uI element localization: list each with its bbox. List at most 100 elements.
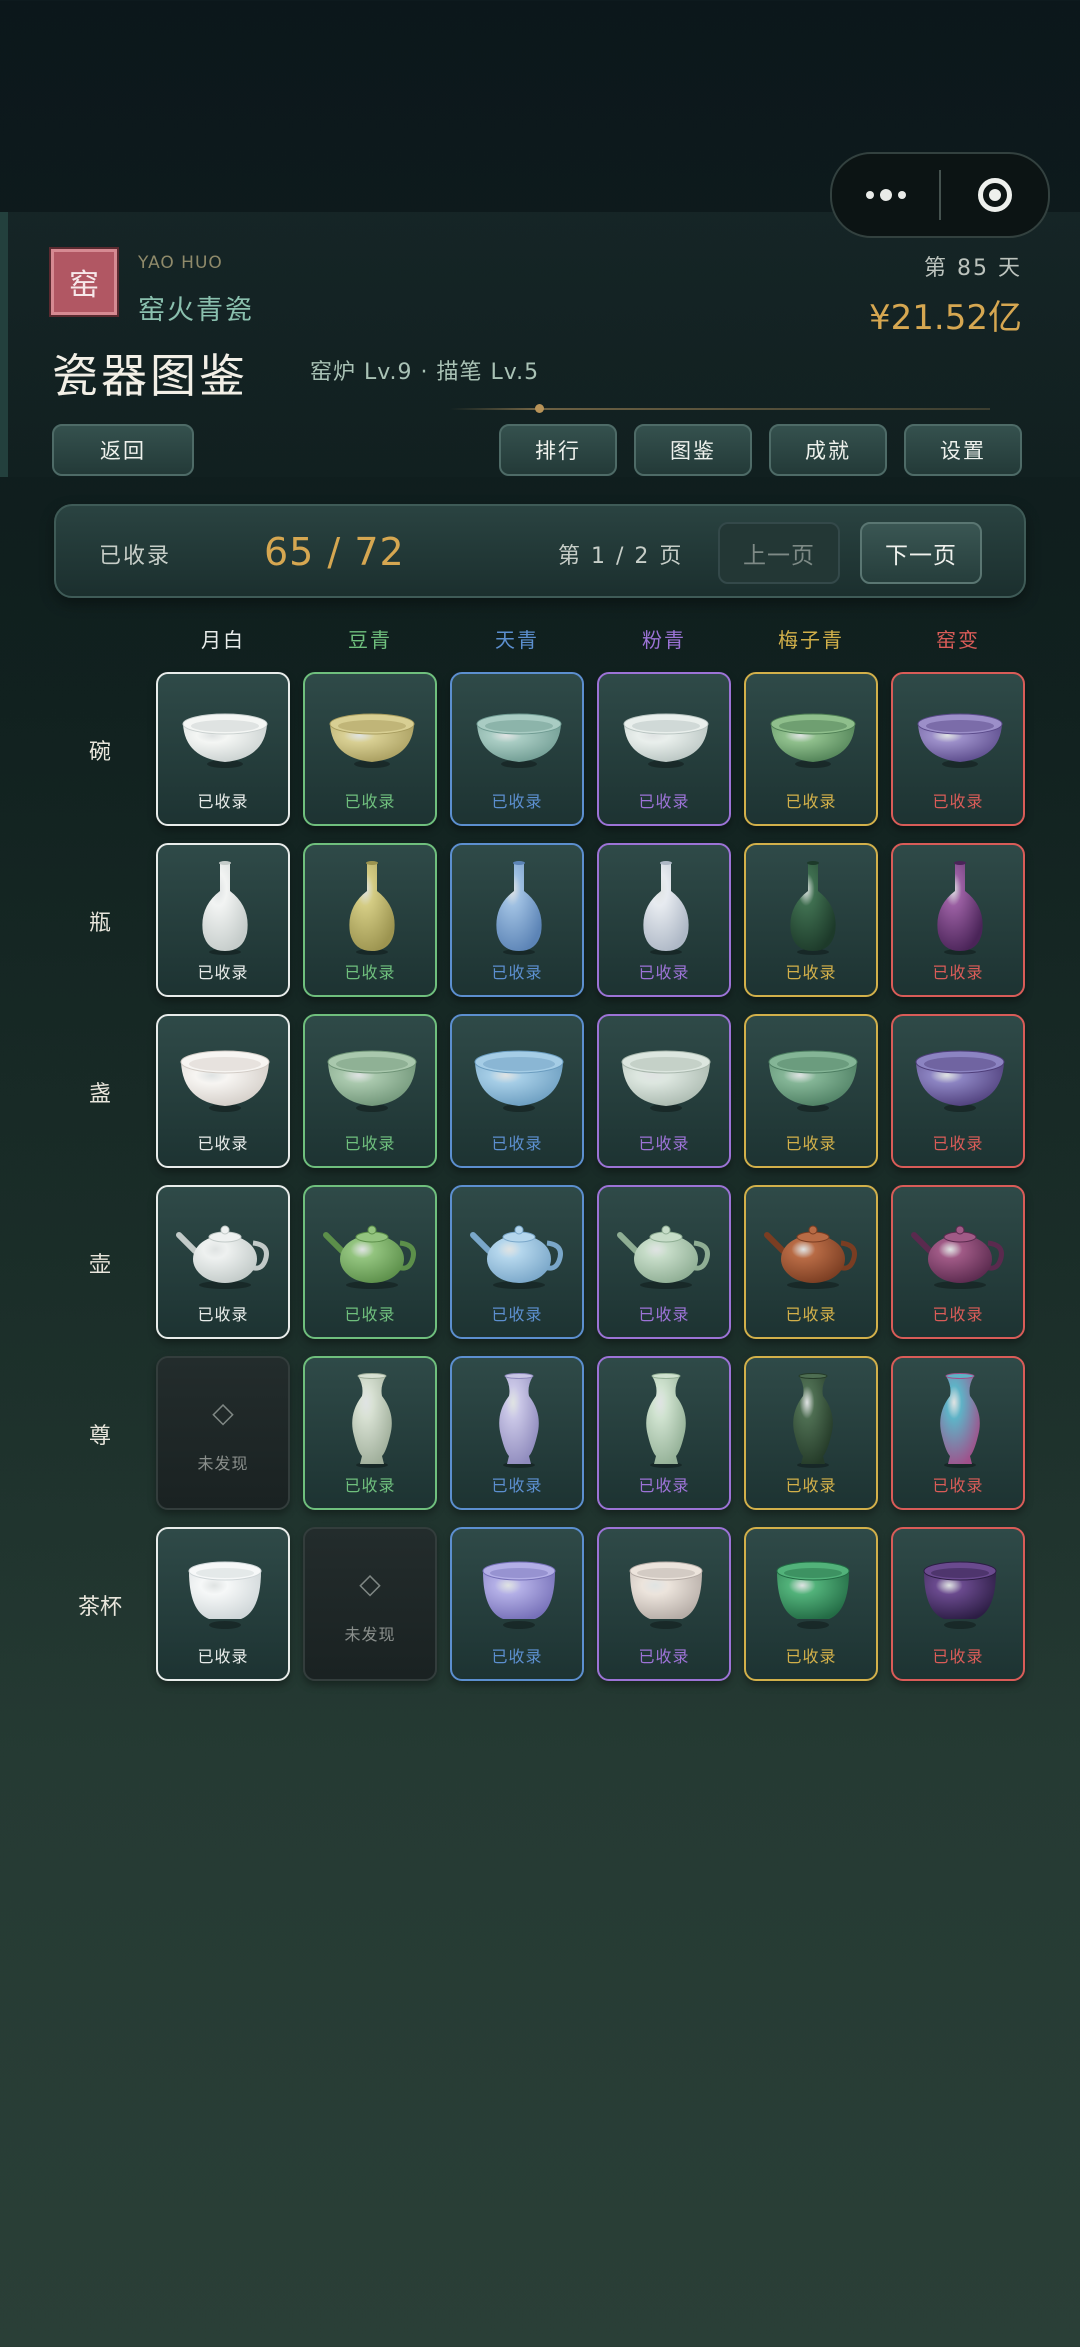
- codex-cell-collected[interactable]: 已收录: [597, 1356, 731, 1510]
- codex-cell-collected[interactable]: 已收录: [450, 843, 584, 997]
- codex-cell-collected[interactable]: 已收录: [891, 843, 1025, 997]
- porcelain-art: [175, 686, 275, 786]
- cell-status: 已收录: [344, 1305, 396, 1324]
- cell-status: 已收录: [785, 1476, 837, 1495]
- codex-cell-collected[interactable]: 已收录: [303, 1014, 437, 1168]
- codex-cell-collected[interactable]: 已收录: [156, 843, 290, 997]
- porcelain-art: [763, 1370, 863, 1470]
- codex-cell-collected[interactable]: 已收录: [891, 1185, 1025, 1339]
- codex-cell-collected[interactable]: 已收录: [891, 1014, 1025, 1168]
- codex-cell-collected[interactable]: 已收录: [156, 1014, 290, 1168]
- codex-cell-collected[interactable]: 已收录: [450, 1014, 584, 1168]
- codex-cell-collected[interactable]: 已收录: [744, 672, 878, 826]
- brand-name-en: YAO HUO: [138, 253, 223, 273]
- page-indicator: 第 1 / 2 页: [558, 544, 684, 569]
- porcelain-art: [175, 1028, 275, 1128]
- codex-cell-collected[interactable]: 已收录: [450, 672, 584, 826]
- header-divider: [450, 408, 990, 410]
- porcelain-art: [910, 686, 1010, 786]
- column-header-glaze: 梅子青: [778, 628, 844, 652]
- mini-program-capsule: [830, 152, 1050, 238]
- codex-cell-collected[interactable]: 已收录: [597, 672, 731, 826]
- row-header-shape: 盏: [88, 1082, 111, 1107]
- codex-cell-collected[interactable]: 已收录: [450, 1527, 584, 1681]
- codex-cell-collected[interactable]: 已收录: [450, 1356, 584, 1510]
- codex-cell-collected[interactable]: 已收录: [597, 1014, 731, 1168]
- achievement-button[interactable]: 成就: [769, 424, 887, 476]
- level-info: 窑炉 Lv.9 · 描笔 Lv.5: [310, 360, 540, 385]
- codex-cell-collected[interactable]: 已收录: [450, 1185, 584, 1339]
- codex-cell-collected[interactable]: 已收录: [156, 672, 290, 826]
- cell-status: 已收录: [785, 1647, 837, 1666]
- codex-cell-undiscovered[interactable]: ◇ 未发现: [156, 1356, 290, 1510]
- codex-cell-collected[interactable]: 已收录: [303, 1185, 437, 1339]
- column-header-glaze: 粉青: [642, 628, 686, 652]
- cell-status: 已收录: [344, 1476, 396, 1495]
- codex-cell-collected[interactable]: 已收录: [744, 843, 878, 997]
- codex-cell-collected[interactable]: 已收录: [744, 1014, 878, 1168]
- settings-button[interactable]: 设置: [904, 424, 1022, 476]
- porcelain-art: [616, 1199, 716, 1299]
- porcelain-art: [616, 1028, 716, 1128]
- column-header-glaze: 天青: [495, 628, 539, 652]
- cell-status: 已收录: [491, 1647, 543, 1666]
- cell-status: 已收录: [785, 1134, 837, 1153]
- rank-button[interactable]: 排行: [499, 424, 617, 476]
- cell-status: 已收录: [491, 1305, 543, 1324]
- porcelain-art: [175, 1541, 275, 1641]
- codex-cell-collected[interactable]: 已收录: [744, 1527, 878, 1681]
- cell-status: 已收录: [491, 963, 543, 982]
- column-header-glaze: 月白: [201, 628, 245, 652]
- porcelain-art: [910, 1370, 1010, 1470]
- target-ring-icon[interactable]: [941, 178, 1048, 212]
- collected-label: 已收录: [99, 544, 172, 569]
- porcelain-art: [763, 1199, 863, 1299]
- codex-cell-collected[interactable]: 已收录: [303, 1356, 437, 1510]
- row-header-shape: 茶杯: [77, 1595, 122, 1620]
- codex-cell-collected[interactable]: 已收录: [597, 1185, 731, 1339]
- porcelain-art: [616, 1370, 716, 1470]
- porcelain-art: [322, 686, 422, 786]
- codex-cell-collected[interactable]: 已收录: [744, 1185, 878, 1339]
- more-dots-icon[interactable]: [832, 189, 939, 201]
- codex-cell-collected[interactable]: 已收录: [891, 672, 1025, 826]
- porcelain-art: [469, 1028, 569, 1128]
- codex-cell-collected[interactable]: 已收录: [597, 843, 731, 997]
- porcelain-art: [910, 1028, 1010, 1128]
- prev-page-button[interactable]: 上一页: [718, 522, 840, 584]
- codex-cell-collected[interactable]: 已收录: [156, 1185, 290, 1339]
- porcelain-art: [469, 1541, 569, 1641]
- codex-cell-collected[interactable]: 已收录: [303, 843, 437, 997]
- brand-logo: 窑: [51, 249, 117, 315]
- porcelain-art: [763, 1541, 863, 1641]
- day-counter: 第 85 天: [924, 256, 1022, 281]
- cell-status: 已收录: [932, 792, 984, 811]
- row-header-shape: 瓶: [88, 911, 111, 936]
- cell-status: 已收录: [785, 963, 837, 982]
- codex-cell-collected[interactable]: 已收录: [891, 1356, 1025, 1510]
- cell-status: 已收录: [785, 1305, 837, 1324]
- diamond-icon: ◇: [212, 1396, 234, 1429]
- porcelain-art: [763, 686, 863, 786]
- back-button[interactable]: 返回: [52, 424, 194, 476]
- codex-cell-collected[interactable]: 已收录: [891, 1527, 1025, 1681]
- cell-status: 已收录: [344, 1134, 396, 1153]
- codex-cell-collected[interactable]: 已收录: [597, 1527, 731, 1681]
- cell-status: 已收录: [344, 963, 396, 982]
- porcelain-art: [469, 686, 569, 786]
- cell-status: 已收录: [932, 1647, 984, 1666]
- porcelain-art: [910, 1541, 1010, 1641]
- codex-button[interactable]: 图鉴: [634, 424, 752, 476]
- next-page-button[interactable]: 下一页: [860, 522, 982, 584]
- codex-cell-collected[interactable]: 已收录: [744, 1356, 878, 1510]
- cell-status: 已收录: [491, 1476, 543, 1495]
- cell-status: 已收录: [785, 792, 837, 811]
- porcelain-art: [322, 857, 422, 957]
- column-header-glaze: 窑变: [936, 628, 980, 652]
- row-header-shape: 壶: [88, 1253, 111, 1278]
- codex-cell-collected[interactable]: 已收录: [303, 672, 437, 826]
- porcelain-art: [322, 1199, 422, 1299]
- codex-cell-undiscovered[interactable]: ◇ 未发现: [303, 1527, 437, 1681]
- codex-cell-collected[interactable]: 已收录: [156, 1527, 290, 1681]
- porcelain-art: [322, 1028, 422, 1128]
